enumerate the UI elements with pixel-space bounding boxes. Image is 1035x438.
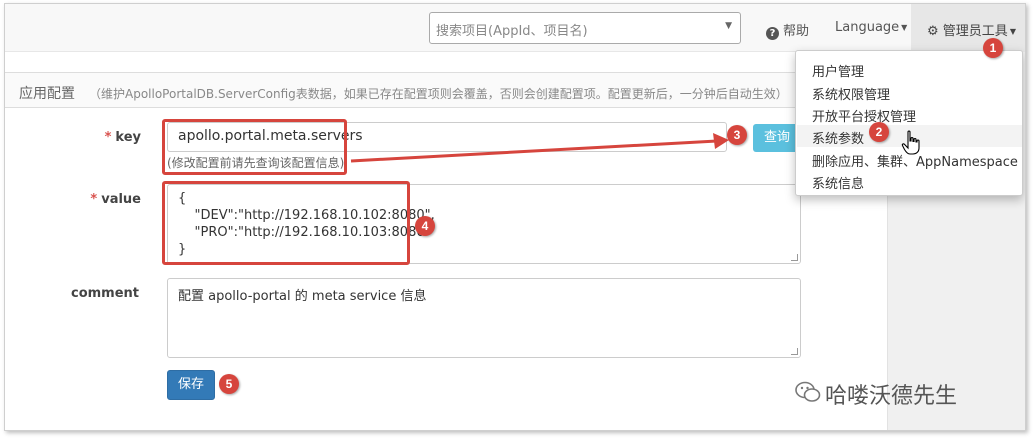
comment-label: comment (70, 286, 139, 301)
admin-tools-label: 管理员工具 (942, 24, 1008, 39)
required-mark: * (104, 130, 112, 145)
admin-tools-tab[interactable]: ⚙ 管理员工具 ▼ (911, 4, 1025, 52)
help-link[interactable]: ? 帮助 (766, 20, 809, 40)
hand-pointer-icon (901, 130, 920, 155)
top-navbar: 搜索项目(AppId、项目名) ▼ ? 帮助 Language ▼ ⚙ 管理员工具 ▼ (5, 4, 1025, 52)
admin-tools-dropdown[interactable]: ⚙ 管理员工具 ▼ (927, 20, 1016, 39)
help-label: 帮助 (783, 24, 810, 39)
project-search-select[interactable]: 搜索项目(AppId、项目名) ▼ (429, 12, 741, 44)
browser-frame: 搜索项目(AppId、项目名) ▼ ? 帮助 Language ▼ ⚙ 管理员工具 ▼… (4, 3, 1026, 431)
caret-down-icon: ▼ (901, 23, 908, 32)
panel-subtitle: （维护ApolloPortalDB.ServerConfig表数据，如果已存在配… (89, 87, 788, 101)
save-button[interactable]: 保存 (167, 370, 215, 400)
annotation-arrow (350, 133, 729, 163)
value-label: * value (41, 192, 141, 207)
key-label: * key (41, 130, 141, 145)
badge-3: 3 (727, 125, 747, 145)
language-dropdown[interactable]: Language ▼ (835, 20, 907, 35)
panel-heading: 应用配置 （维护ApolloPortalDB.ServerConfig表数据，如… (5, 72, 887, 108)
menu-item-permission-management[interactable]: 系统权限管理 (812, 84, 890, 103)
language-label: Language (835, 20, 900, 35)
wechat-icon (795, 381, 821, 402)
chevron-down-icon: ▼ (725, 21, 732, 31)
panel-title: 应用配置 (19, 86, 75, 102)
comment-value: 配置 apollo-portal 的 meta service 信息 (178, 289, 427, 304)
value-label-text: value (101, 192, 141, 207)
watermark-text: 哈喽沃德先生 (825, 384, 958, 409)
badge-4: 4 (415, 216, 435, 236)
menu-item-system-params[interactable]: 系统参数 (812, 128, 864, 147)
resize-handle[interactable] (791, 254, 798, 261)
badge-2: 2 (869, 122, 889, 142)
query-button[interactable]: 查询 (753, 124, 801, 152)
caret-down-icon: ▼ (1009, 27, 1016, 36)
badge-5: 5 (219, 374, 239, 394)
annotation-box-key (162, 119, 347, 175)
required-mark: * (90, 192, 98, 207)
menu-item-system-info[interactable]: 系统信息 (812, 173, 864, 192)
admin-tools-menu: 用户管理 系统权限管理 开放平台授权管理 系统参数 删除应用、集群、AppNam… (795, 50, 1023, 196)
menu-item-open-platform-auth[interactable]: 开放平台授权管理 (812, 106, 916, 125)
question-circle-icon: ? (766, 27, 779, 40)
search-placeholder: 搜索项目(AppId、项目名) (436, 24, 588, 39)
resize-handle[interactable] (791, 348, 798, 355)
key-label-text: key (115, 130, 141, 145)
menu-item-user-management[interactable]: 用户管理 (812, 61, 864, 80)
gear-icon: ⚙ (927, 24, 939, 39)
comment-textarea[interactable]: 配置 apollo-portal 的 meta service 信息 (167, 278, 801, 358)
badge-1: 1 (983, 38, 1003, 58)
annotation-box-value (162, 181, 410, 265)
